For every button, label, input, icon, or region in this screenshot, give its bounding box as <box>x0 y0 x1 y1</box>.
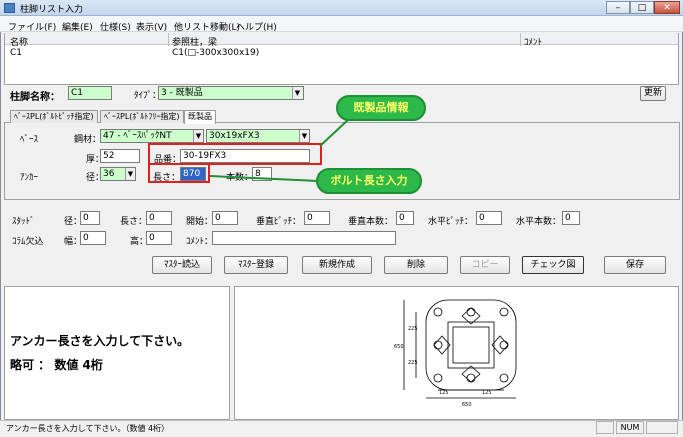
stud-start-label: 開始： <box>186 217 214 227</box>
hcount-input[interactable]: 0 <box>562 211 580 225</box>
save-button[interactable]: 保存 <box>604 256 666 274</box>
stud-dia-input[interactable]: 0 <box>80 211 100 225</box>
callout-bolt-length: ボルト長さ入力 <box>316 168 422 194</box>
num-lock-indicator: NUM <box>616 421 644 434</box>
dim-label: 125 <box>439 390 449 396</box>
dim-label: 225 <box>408 360 418 366</box>
width-input[interactable]: 0 <box>80 231 106 245</box>
callout-ready-made-info: 既製品情報 <box>336 95 426 121</box>
stud-length-input[interactable]: 0 <box>146 211 172 225</box>
dim-label: 125 <box>482 390 492 396</box>
vpitch-label: 垂直ﾋﾟｯﾁ： <box>256 217 302 227</box>
vpitch-input[interactable]: 0 <box>304 211 330 225</box>
hcount-label: 水平本数： <box>516 217 562 227</box>
status-text: アンカー長さを入力して下さい。（数値 4桁） <box>6 424 170 433</box>
vcount-input[interactable]: 0 <box>396 211 414 225</box>
comment-input[interactable] <box>212 231 396 245</box>
height-input[interactable]: 0 <box>146 231 172 245</box>
dim-label: 225 <box>408 326 418 332</box>
status-cell <box>646 421 678 434</box>
new-button[interactable]: 新規作成 <box>302 256 372 274</box>
hpitch-input[interactable]: 0 <box>476 211 502 225</box>
stud-start-input[interactable]: 0 <box>212 211 238 225</box>
master-register-button[interactable]: ﾏｽﾀｰ登録 <box>224 256 288 274</box>
message-panel <box>4 286 230 420</box>
copy-button[interactable]: コピー <box>460 256 510 274</box>
comment-label: ｺﾒﾝﾄ： <box>186 237 214 247</box>
status-cell <box>596 421 614 434</box>
message-line-2: 略可 ： 数値 4桁 <box>10 358 103 372</box>
check-diagram-button[interactable]: チェック図 <box>522 256 584 274</box>
base-plate-drawing: 650 225 225 125 125 650 <box>394 299 517 408</box>
column-notch-label: ｺﾗﾑ欠込 <box>12 237 44 247</box>
delete-button[interactable]: 削除 <box>384 256 448 274</box>
hpitch-label: 水平ﾋﾟｯﾁ： <box>428 217 474 227</box>
dim-label: 650 <box>394 344 404 350</box>
dim-label: 650 <box>462 402 472 408</box>
stud-label: ｽﾀｯﾄﾞ <box>12 217 35 227</box>
master-load-button[interactable]: ﾏｽﾀｰ読込 <box>152 256 212 274</box>
vcount-label: 垂直本数： <box>348 217 394 227</box>
stud-length-label: 長さ： <box>120 217 148 227</box>
message-line-1: アンカー長さを入力して下さい。 <box>10 334 190 348</box>
